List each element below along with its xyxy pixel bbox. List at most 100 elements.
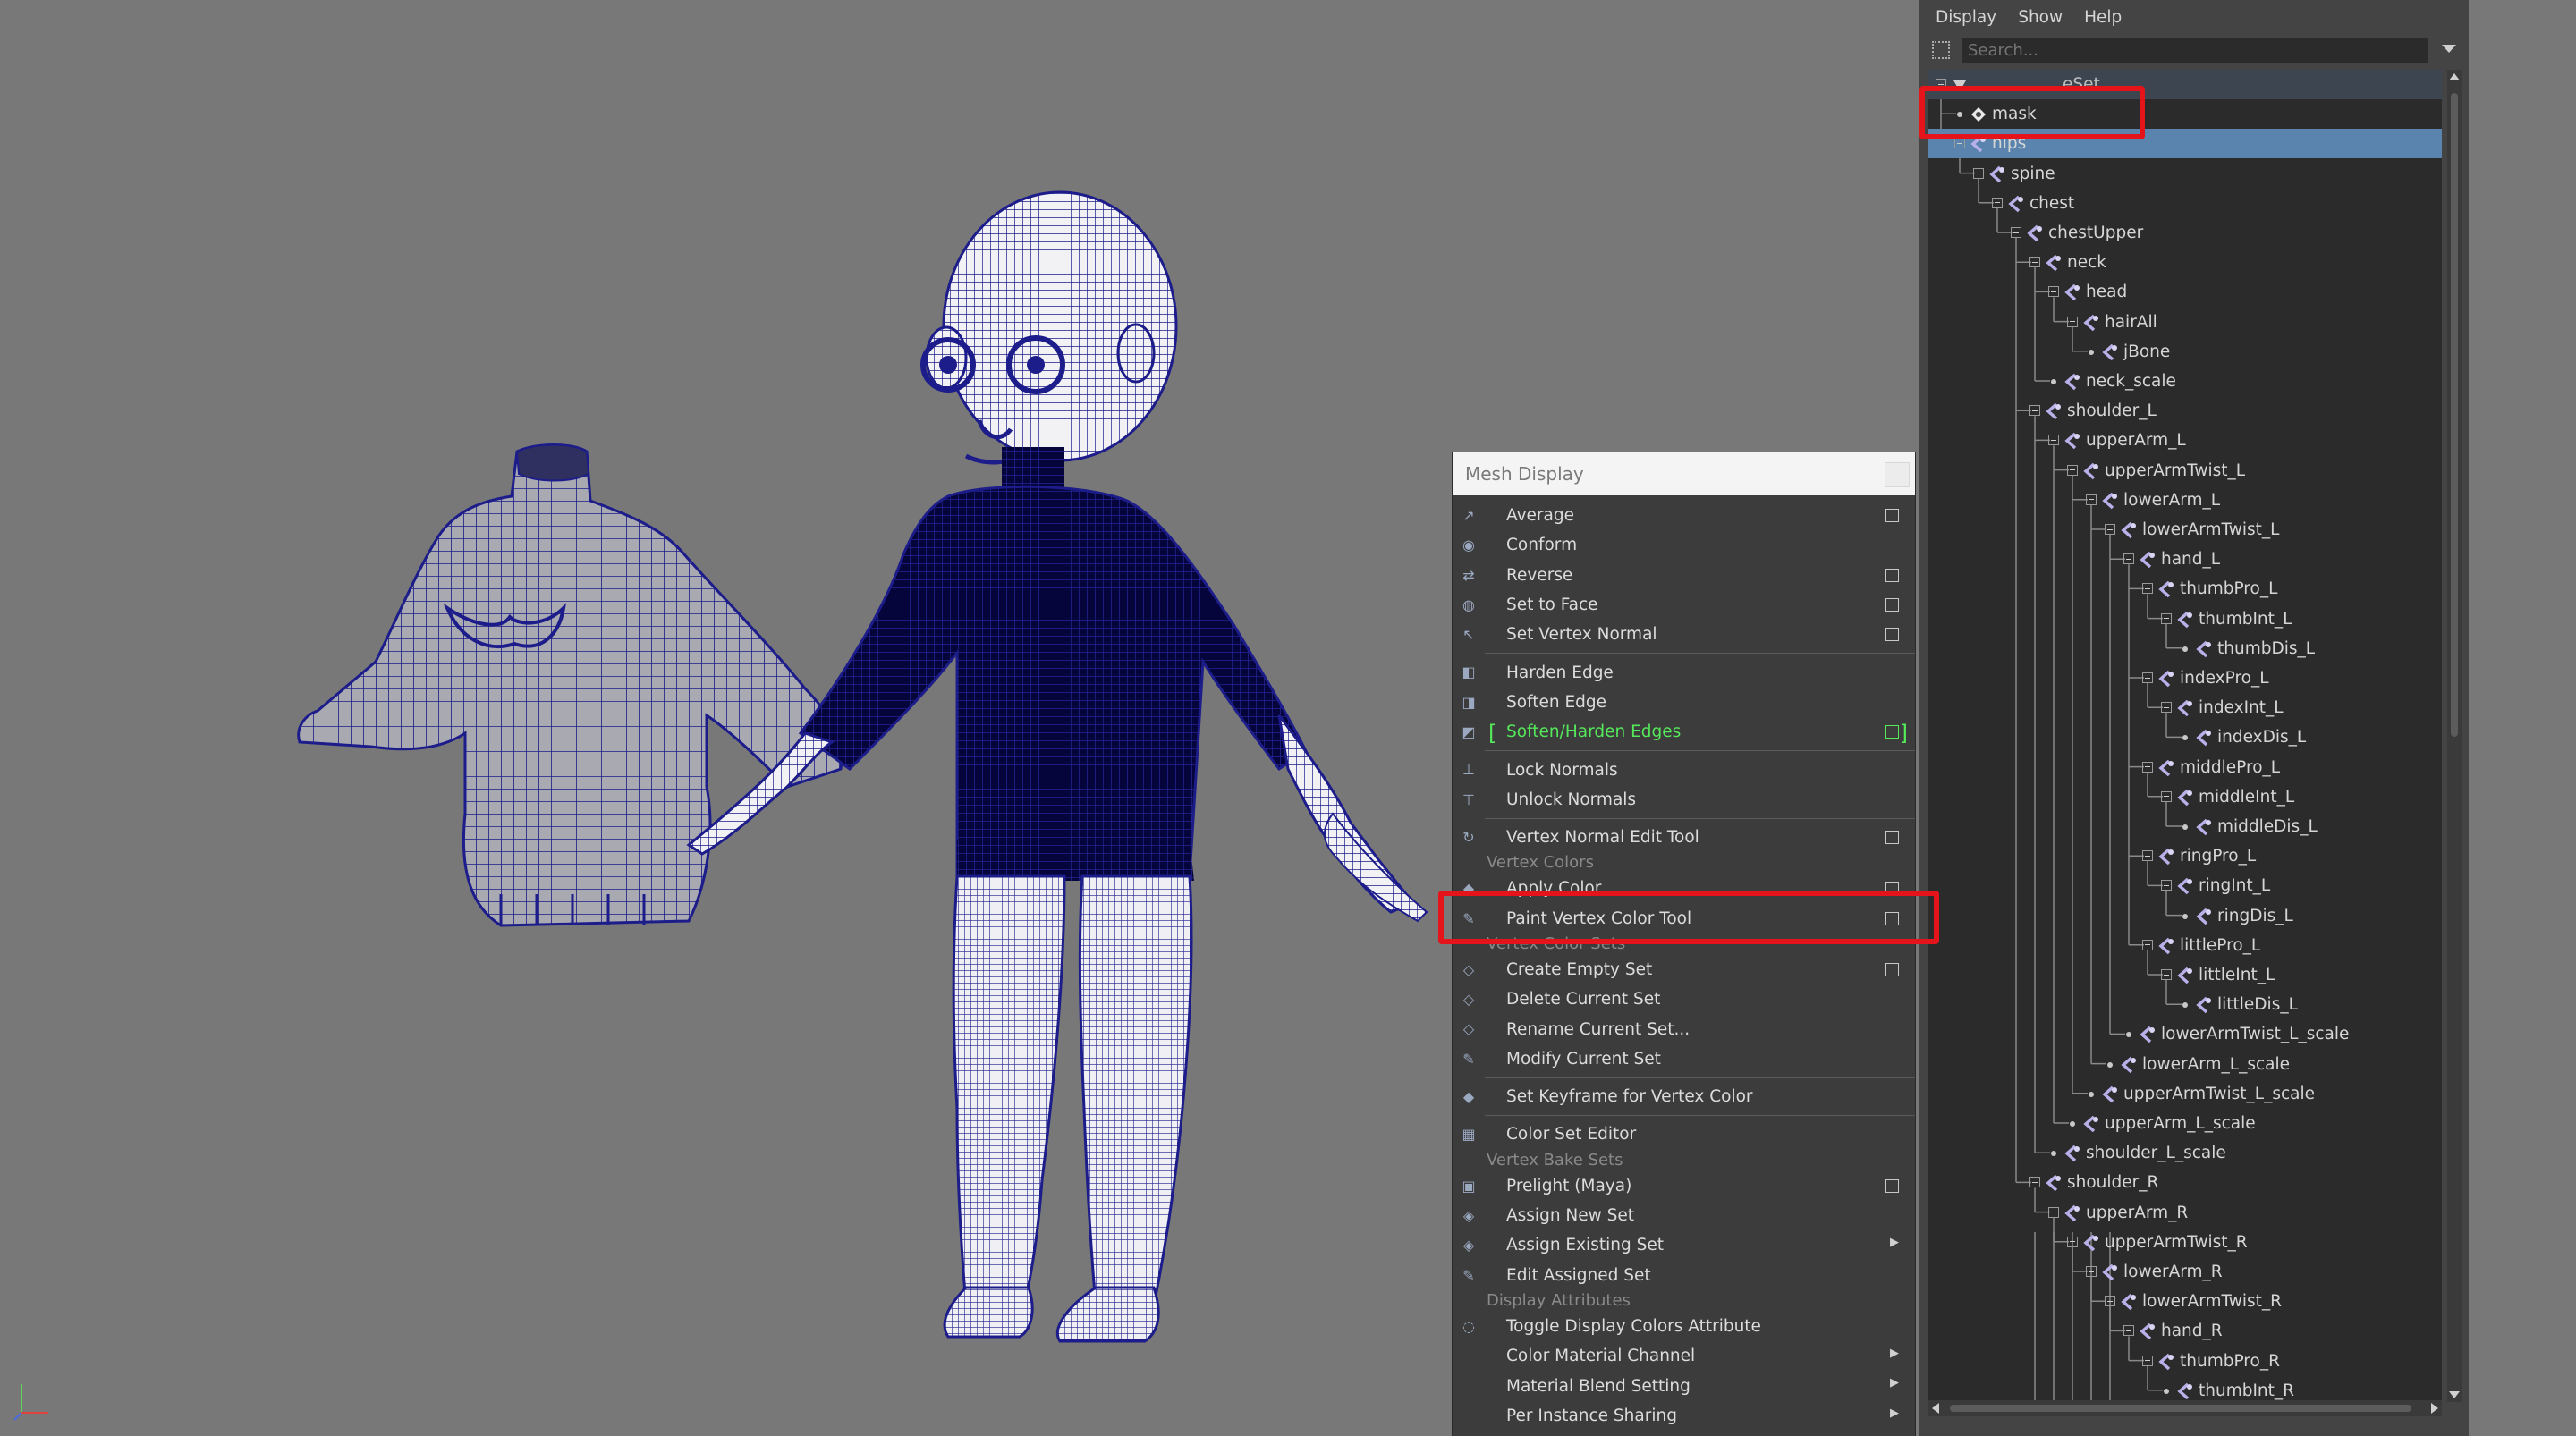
option-box-icon[interactable] bbox=[1885, 830, 1899, 844]
outliner-item-indexint-l[interactable]: indexInt_L bbox=[1928, 693, 2442, 722]
close-button[interactable] bbox=[1885, 462, 1910, 487]
option-box-icon[interactable] bbox=[1885, 509, 1899, 522]
outliner-item-neck-scale[interactable]: neck_scale bbox=[1928, 367, 2442, 396]
collapse-toggle-icon[interactable] bbox=[2029, 405, 2040, 417]
outliner-tree[interactable]: eSet mask hips spine chest chestUpper neck head… bbox=[1928, 70, 2442, 1402]
outliner-item-ringint-l[interactable]: ringInt_L bbox=[1928, 871, 2442, 900]
menu-item-lock-normals[interactable]: ⊥ Lock Normals bbox=[1453, 755, 1915, 784]
menu-item-soften-harden-edges[interactable]: ◩ [] Soften/Harden Edges bbox=[1453, 717, 1915, 747]
outliner-item-upperarmtwist-l-scale[interactable]: upperArmTwist_L_scale bbox=[1928, 1079, 2442, 1109]
collapse-toggle-icon[interactable] bbox=[2161, 790, 2172, 802]
outliner-item-neck[interactable]: neck bbox=[1928, 248, 2442, 277]
mesh-display-menu[interactable]: Mesh Display ↗ Average ◉ Conform ⇄ Reverse ◍ Se… bbox=[1453, 452, 1915, 1436]
collapse-toggle-icon[interactable] bbox=[2086, 1266, 2097, 1277]
collapse-toggle-icon[interactable] bbox=[2161, 612, 2172, 624]
collapse-toggle-icon[interactable] bbox=[2011, 227, 2021, 238]
menu-item-harden-edge[interactable]: ◧ Harden Edge bbox=[1453, 657, 1915, 687]
outliner-item-middlepro-l[interactable]: middlePro_L bbox=[1928, 753, 2442, 782]
scroll-left-icon[interactable] bbox=[1932, 1403, 1939, 1414]
outliner-item-chestupper[interactable]: chestUpper bbox=[1928, 218, 2442, 248]
outliner-item-lowerarm-r[interactable]: lowerArm_R bbox=[1928, 1257, 2442, 1287]
menu-item-reverse[interactable]: ⇄ Reverse bbox=[1453, 561, 1915, 590]
outliner-panel[interactable]: Display Show Help eSetmaskhipsspinechest… bbox=[1919, 0, 2469, 1436]
collapse-toggle-icon[interactable] bbox=[2029, 257, 2040, 268]
menu-item-color-material-channel[interactable]: Color Material Channel ▶ bbox=[1453, 1341, 1915, 1371]
chevron-down-icon[interactable] bbox=[2442, 45, 2456, 53]
outliner-item-spine[interactable]: spine bbox=[1928, 159, 2442, 189]
menu-titlebar[interactable]: Mesh Display bbox=[1453, 452, 1915, 495]
outliner-item-upperarm-r[interactable]: upperArm_R bbox=[1928, 1198, 2442, 1228]
menu-display[interactable]: Display bbox=[1936, 8, 1996, 27]
outliner-item-littledis-l[interactable]: littleDis_L bbox=[1928, 990, 2442, 1019]
outliner-item-ringpro-l[interactable]: ringPro_L bbox=[1928, 841, 2442, 871]
outliner-item-lowerarmtwist-l-scale[interactable]: lowerArmTwist_L_scale bbox=[1928, 1019, 2442, 1049]
select-filter-icon[interactable] bbox=[1932, 41, 1950, 59]
outliner-item-lowerarmtwist-l[interactable]: lowerArmTwist_L bbox=[1928, 515, 2442, 545]
vertical-scrollbar[interactable] bbox=[2447, 70, 2462, 1402]
outliner-item-indexpro-l[interactable]: indexPro_L bbox=[1928, 663, 2442, 693]
outliner-item-middledis-l[interactable]: middleDis_L bbox=[1928, 812, 2442, 841]
collapse-toggle-icon[interactable] bbox=[2067, 316, 2078, 327]
outliner-item-shoulder-l[interactable]: shoulder_L bbox=[1928, 396, 2442, 426]
outliner-item-upperarm-l-scale[interactable]: upperArm_L_scale bbox=[1928, 1109, 2442, 1138]
option-box-icon[interactable] bbox=[1885, 597, 1899, 612]
menu-item-prelight-maya[interactable]: ▣ Prelight (Maya) bbox=[1453, 1171, 1915, 1201]
collapse-toggle-icon[interactable] bbox=[2142, 1355, 2153, 1366]
collapse-toggle-icon[interactable] bbox=[2161, 969, 2172, 980]
menu-item-material-blend-setting[interactable]: Material Blend Setting ▶ bbox=[1453, 1371, 1915, 1400]
outliner-item-upperarmtwist-l[interactable]: upperArmTwist_L bbox=[1928, 456, 2442, 486]
menu-item-per-instance-sharing[interactable]: Per Instance Sharing ▶ bbox=[1453, 1401, 1915, 1431]
collapse-toggle-icon[interactable] bbox=[2067, 464, 2078, 476]
menu-item-soften-edge[interactable]: ◨ Soften Edge bbox=[1453, 688, 1915, 717]
menu-item-toggle-display-colors-attribute[interactable]: ◌ Toggle Display Colors Attribute bbox=[1453, 1312, 1915, 1341]
menu-item-set-keyframe-for-vertex-color[interactable]: ◆ Set Keyframe for Vertex Color bbox=[1453, 1082, 1915, 1111]
outliner-item-thumbint-r[interactable]: thumbInt_R bbox=[1928, 1376, 2442, 1402]
menu-item-assign-new-set[interactable]: ◈ Assign New Set bbox=[1453, 1201, 1915, 1230]
outliner-item-head[interactable]: head bbox=[1928, 277, 2442, 307]
outliner-item-lowerarm-l[interactable]: lowerArm_L bbox=[1928, 486, 2442, 515]
option-box-icon[interactable] bbox=[1885, 568, 1899, 582]
menu-item-conform[interactable]: ◉ Conform bbox=[1453, 530, 1915, 560]
scrollbar-thumb[interactable] bbox=[2451, 93, 2458, 737]
collapse-toggle-icon[interactable] bbox=[2048, 1206, 2059, 1218]
collapse-toggle-icon[interactable] bbox=[2029, 1177, 2040, 1188]
collapse-toggle-icon[interactable] bbox=[2086, 494, 2097, 505]
horizontal-scrollbar[interactable] bbox=[1928, 1400, 2442, 1416]
outliner-item-upperarmtwist-r[interactable]: upperArmTwist_R bbox=[1928, 1228, 2442, 1257]
outliner-item-hairall[interactable]: hairAll bbox=[1928, 308, 2442, 337]
outliner-item-indexdis-l[interactable]: indexDis_L bbox=[1928, 722, 2442, 752]
collapse-toggle-icon[interactable] bbox=[2142, 850, 2153, 862]
outliner-item-hand-r[interactable]: hand_R bbox=[1928, 1316, 2442, 1346]
collapse-toggle-icon[interactable] bbox=[2105, 1296, 2115, 1307]
collapse-toggle-icon[interactable] bbox=[2048, 435, 2059, 446]
outliner-item-shoulder-l-scale[interactable]: shoulder_L_scale bbox=[1928, 1138, 2442, 1168]
menu-item-color-set-editor[interactable]: ▦ Color Set Editor bbox=[1453, 1119, 1915, 1149]
scroll-up-icon[interactable] bbox=[2449, 73, 2460, 80]
menu-item-modify-current-set[interactable]: ✎ Modify Current Set bbox=[1453, 1044, 1915, 1074]
outliner-item-thumbpro-r[interactable]: thumbPro_R bbox=[1928, 1347, 2442, 1376]
menu-item-set-to-face[interactable]: ◍ Set to Face bbox=[1453, 590, 1915, 620]
outliner-item-lowerarm-l-scale[interactable]: lowerArm_L_scale bbox=[1928, 1050, 2442, 1079]
scrollbar-thumb[interactable] bbox=[1950, 1405, 2411, 1412]
collapse-toggle-icon[interactable] bbox=[2142, 583, 2153, 595]
menu-item-assign-existing-set[interactable]: ◈ Assign Existing Set ▶ bbox=[1453, 1230, 1915, 1260]
character-body-mesh[interactable] bbox=[686, 190, 1428, 1343]
collapse-toggle-icon[interactable] bbox=[1992, 197, 2003, 208]
menu-item-delete-current-set[interactable]: ◇ Delete Current Set bbox=[1453, 984, 1915, 1014]
jacket-mesh[interactable] bbox=[297, 443, 843, 927]
menu-item-set-vertex-normal[interactable]: ↖ Set Vertex Normal bbox=[1453, 620, 1915, 649]
option-box-icon[interactable] bbox=[1885, 725, 1899, 739]
outliner-item-hand-l[interactable]: hand_L bbox=[1928, 545, 2442, 574]
option-box-icon[interactable] bbox=[1885, 962, 1899, 976]
collapse-toggle-icon[interactable] bbox=[2105, 524, 2115, 535]
collapse-toggle-icon[interactable] bbox=[1954, 138, 1965, 149]
menu-item-vertex-normal-edit-tool[interactable]: ↻ Vertex Normal Edit Tool bbox=[1453, 823, 1915, 852]
collapse-toggle-icon[interactable] bbox=[2067, 1236, 2078, 1247]
collapse-toggle-icon[interactable] bbox=[2161, 880, 2172, 891]
collapse-toggle-icon[interactable] bbox=[2142, 761, 2153, 773]
outliner-item-thumbint-l[interactable]: thumbInt_L bbox=[1928, 604, 2442, 634]
collapse-toggle-icon[interactable] bbox=[2161, 702, 2172, 714]
menu-help[interactable]: Help bbox=[2084, 8, 2122, 27]
outliner-item-thumbpro-l[interactable]: thumbPro_L bbox=[1928, 574, 2442, 604]
scroll-right-icon[interactable] bbox=[2431, 1403, 2438, 1414]
